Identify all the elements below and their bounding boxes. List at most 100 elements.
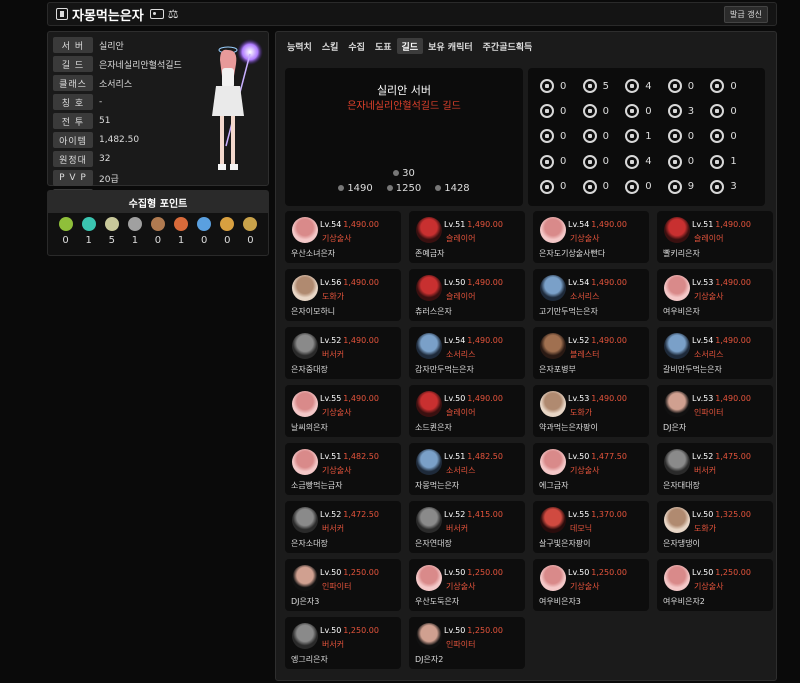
member-card[interactable]: Lv.50 1,250.00 기상술사 여우비은자3: [533, 559, 649, 611]
guild-summary: 실리안 서버 은자네실리안혈석길드 길드 30 1490 1250 1428: [285, 68, 523, 206]
member-level: Lv.50: [320, 626, 342, 635]
class-emblem-icon: [625, 104, 640, 119]
member-card[interactable]: Lv.50 1,250.00 인파이터 DJ은자2: [409, 617, 525, 669]
member-card[interactable]: Lv.55 1,370.00 데모닉 살구빛은자팡이: [533, 501, 649, 553]
refresh-button[interactable]: 발급 갱신: [724, 5, 768, 23]
collection-item[interactable]: 0: [56, 217, 76, 246]
main-panel: 능력치 스킬 수집 도표 길드 보유 캐릭터 주간골드획득 실리안 서버 은자네실리안혈석길…: [275, 31, 777, 681]
member-class: 버서커: [446, 524, 469, 533]
sea-bounty-icon: [220, 217, 235, 231]
collection-item[interactable]: 1: [79, 217, 99, 246]
member-card[interactable]: Lv.52 1,472.50 버서커 은자소대장: [285, 501, 401, 553]
member-card[interactable]: Lv.56 1,490.00 도화가 은자이모하니: [285, 269, 401, 321]
member-item-level: 1,477.50: [591, 452, 627, 461]
member-card[interactable]: Lv.50 1,490.00 슬레이어 소드퀸은자: [409, 385, 525, 437]
member-card[interactable]: Lv.53 1,490.00 인파이터 DJ은자: [657, 385, 773, 437]
member-card[interactable]: Lv.54 1,490.00 기상술사 은자도기상술사빤다: [533, 211, 649, 263]
collection-item[interactable]: 0: [148, 217, 168, 246]
collection-item[interactable]: 5: [102, 217, 122, 246]
member-card[interactable]: Lv.50 1,325.00 도화가 은자댕댕이: [657, 501, 773, 553]
member-name: 은자소대장: [291, 539, 328, 548]
member-card[interactable]: Lv.50 1,250.00 인파이터 DJ은자3: [285, 559, 401, 611]
member-level-line: Lv.51 1,490.00: [444, 220, 503, 229]
class-count-item: 0: [667, 152, 711, 172]
tab-3[interactable]: 도표: [370, 38, 397, 54]
member-level: Lv.50: [320, 568, 342, 577]
member-card[interactable]: Lv.50 1,490.00 슬레이어 츄러스은자: [409, 269, 525, 321]
profile-row-label: 길 드: [53, 56, 93, 72]
class-emblem-icon: [540, 79, 554, 93]
collection-item[interactable]: 1: [171, 217, 191, 246]
member-card[interactable]: Lv.55 1,490.00 기상술사 날씨의은자: [285, 385, 401, 437]
tab-5[interactable]: 보유 캐릭터: [423, 38, 478, 54]
tab-bar: 능력치 스킬 수집 도표 길드 보유 캐릭터 주간골드획득: [282, 38, 537, 54]
member-name: 은자댕댕이: [663, 539, 700, 548]
member-class: 슬레이어: [446, 234, 476, 243]
class-count: 3: [730, 181, 737, 193]
member-card[interactable]: Lv.53 1,490.00 도화가 약과먹는은자팡이: [533, 385, 649, 437]
member-card[interactable]: Lv.54 1,490.00 소서리스 갈비만두먹는은자: [657, 327, 773, 379]
member-level-line: Lv.54 1,490.00: [568, 278, 627, 287]
collection-item[interactable]: 1: [125, 217, 145, 246]
member-card[interactable]: Lv.54 1,490.00 기상술사 우산소녀은자: [285, 211, 401, 263]
member-item-level: 1,490.00: [467, 278, 503, 287]
member-card[interactable]: Lv.54 1,490.00 소서리스 감자만두먹는은자: [409, 327, 525, 379]
class-emblem-icon: [667, 104, 682, 119]
class-count-item: 4: [625, 152, 668, 172]
tab-0[interactable]: 능력치: [282, 38, 317, 54]
member-class: 데모닉: [570, 524, 593, 533]
member-card[interactable]: Lv.52 1,490.00 버서커 은자중대장: [285, 327, 401, 379]
tab-2[interactable]: 수집: [343, 38, 370, 54]
id-card-icon[interactable]: [149, 9, 164, 19]
member-item-level: 1,490.00: [715, 336, 751, 345]
arrow-up-icon: [338, 185, 345, 191]
member-class: 도화가: [322, 292, 345, 301]
class-emblem-icon: [667, 154, 682, 169]
class-count: 0: [602, 105, 609, 117]
class-count: 0: [645, 105, 652, 117]
collection-item[interactable]: 0: [240, 217, 260, 246]
member-card[interactable]: Lv.51 1,490.00 슬레이어 빨키리은자: [657, 211, 773, 263]
member-class: 소서리스: [446, 466, 476, 475]
member-level: Lv.56: [320, 278, 342, 287]
member-card[interactable]: Lv.54 1,490.00 소서리스 고기만두먹는은자: [533, 269, 649, 321]
member-level-line: Lv.51 1,482.50: [444, 452, 503, 461]
member-card[interactable]: Lv.50 1,477.50 기상술사 에그금자: [533, 443, 649, 495]
member-class: 소서리스: [570, 292, 600, 301]
class-count: 0: [602, 156, 609, 168]
tab-4[interactable]: 길드: [396, 38, 424, 54]
member-card[interactable]: Lv.50 1,250.00 기상술사 여우비은자2: [657, 559, 773, 611]
member-card[interactable]: Lv.51 1,490.00 슬레이어 존예금자: [409, 211, 525, 263]
member-card[interactable]: Lv.52 1,415.00 버서커 은자연대장: [409, 501, 525, 553]
avatar: [540, 391, 566, 417]
member-level: Lv.52: [320, 336, 342, 345]
member-card[interactable]: Lv.50 1,250.00 기상술사 우산도둑은자: [409, 559, 525, 611]
member-level-line: Lv.50 1,250.00: [444, 626, 503, 635]
collection-item[interactable]: 0: [217, 217, 237, 246]
avatar: [664, 565, 690, 591]
member-name: DJ은자2: [415, 655, 444, 664]
avatar: [540, 565, 566, 591]
island-heart-icon: [81, 217, 96, 231]
member-name: 우산소녀은자: [291, 249, 336, 258]
member-card[interactable]: Lv.51 1,482.50 기상술사 소금빵먹는금자: [285, 443, 401, 495]
tab-1[interactable]: 스킬: [317, 38, 344, 54]
member-card[interactable]: Lv.50 1,250.00 버서커 엥그리은자: [285, 617, 401, 669]
avatar: [540, 333, 566, 359]
collection-item[interactable]: 0: [194, 217, 214, 246]
class-count-item: 0: [540, 152, 583, 172]
class-emblem-icon: [625, 179, 640, 194]
class-emblem-icon: [540, 129, 554, 144]
member-name: 존예금자: [415, 249, 445, 258]
tab-6[interactable]: 주간골드획득: [478, 38, 538, 54]
member-level-line: Lv.52 1,472.50: [320, 510, 379, 519]
guild-name: 은자네실리안혈석길드 길드: [347, 101, 461, 112]
member-card[interactable]: Lv.52 1,475.00 버서커 은자대대장: [657, 443, 773, 495]
member-card[interactable]: Lv.53 1,490.00 기상술사 여우비은자: [657, 269, 773, 321]
member-card[interactable]: Lv.51 1,482.50 소서리스 자몽먹는은자: [409, 443, 525, 495]
profile-row-label: 전 투: [53, 113, 93, 129]
member-class: 기상술사: [694, 292, 724, 301]
scale-icon[interactable]: ⚖: [168, 7, 179, 21]
avatar: [292, 275, 318, 301]
member-card[interactable]: Lv.52 1,490.00 블레스터 은자포병부: [533, 327, 649, 379]
